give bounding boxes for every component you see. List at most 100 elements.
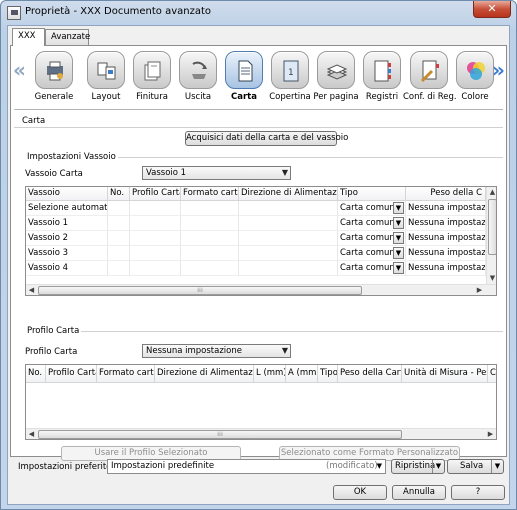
column-header[interactable]: A (mm) xyxy=(286,365,318,383)
chevron-down-icon[interactable]: ▼ xyxy=(393,232,404,244)
type-value: Carta comune xyxy=(340,203,401,213)
nav-label: Registri xyxy=(365,92,399,102)
cancel-button[interactable]: Annulla xyxy=(392,485,446,500)
direction-cell xyxy=(239,231,338,246)
nav-item-carta[interactable]: Carta xyxy=(218,51,270,102)
tray-cell: Vassoio 2 xyxy=(26,231,108,246)
save-button[interactable]: Salva ▼ xyxy=(447,459,504,474)
chevron-down-icon[interactable]: ▼ xyxy=(491,460,503,473)
column-header[interactable]: Profilo Carta xyxy=(130,187,181,201)
column-header[interactable]: L (mm) xyxy=(254,365,286,383)
profile-table-hscroll[interactable]: ◀ ⁞⁞⁞ ▶ xyxy=(26,428,496,439)
column-header[interactable]: Formato carta xyxy=(181,187,239,201)
column-header[interactable]: Direzione di Alimentazione xyxy=(155,365,254,383)
type-cell[interactable]: Carta comune ▼ xyxy=(338,261,406,276)
chevron-down-icon[interactable]: ▼ xyxy=(393,217,404,229)
nav-item-per-pagina[interactable]: Per pagina xyxy=(310,51,362,102)
scroll-left-icon[interactable]: ◀ xyxy=(26,429,37,439)
scroll-up-icon[interactable]: ▲ xyxy=(487,187,496,198)
chevron-down-icon[interactable]: ▼ xyxy=(393,262,404,274)
tray-cell: Selezione automatica xyxy=(26,201,108,216)
scroll-thumb[interactable]: ⁞⁞⁞ xyxy=(38,286,362,295)
nav-item-finitura[interactable]: Finitura xyxy=(126,51,178,102)
weight-cell: Nessuna impostazione xyxy=(406,246,486,261)
column-header[interactable]: Tipo xyxy=(318,365,338,383)
direction-cell xyxy=(239,261,338,276)
column-header[interactable]: Peso della C xyxy=(406,187,486,201)
chevron-down-icon[interactable]: ▼ xyxy=(432,460,444,473)
color-circles-icon xyxy=(456,51,494,89)
type-cell[interactable]: Carta comune ▼ xyxy=(338,216,406,231)
printer-gear-icon xyxy=(35,51,73,89)
tab-avanzate[interactable]: Avanzate xyxy=(45,29,90,45)
tray-table: Vassoio No. Profilo Carta Formato carta … xyxy=(25,186,497,296)
column-header[interactable]: Tipo xyxy=(338,187,406,201)
scroll-right-icon[interactable]: ▶ xyxy=(474,285,485,295)
chevron-down-icon[interactable]: ▼ xyxy=(393,202,404,214)
column-header[interactable]: No. xyxy=(108,187,130,201)
nav-item-copertina[interactable]: 1 Copertina xyxy=(264,51,316,102)
preferences-label: Impostazioni preferite xyxy=(18,462,112,472)
nav-item-layout[interactable]: Layout xyxy=(80,51,132,102)
column-header[interactable]: No. xyxy=(26,365,46,383)
profile-cell xyxy=(130,231,181,246)
scroll-right-icon[interactable]: » xyxy=(492,58,505,82)
chevron-down-icon[interactable]: ▼ xyxy=(393,247,404,259)
type-cell[interactable]: Carta comune ▼ xyxy=(338,246,406,261)
tray-select[interactable]: Vassoio 1 ▼ xyxy=(142,166,291,180)
column-header[interactable]: Formato carta xyxy=(97,365,155,383)
weight-cell: Nessuna impostazione xyxy=(406,216,486,231)
preferences-select[interactable]: Impostazioni predefinite (modificato) ▼ xyxy=(107,459,386,474)
profile-cell xyxy=(130,246,181,261)
nav-item-generale[interactable]: Generale xyxy=(28,51,80,102)
scroll-thumb[interactable] xyxy=(488,199,496,255)
nav-item-registri[interactable]: Registri xyxy=(356,51,408,102)
scroll-thumb[interactable]: ⁞⁞⁞ xyxy=(38,430,402,439)
close-button[interactable]: ✕ xyxy=(473,1,511,18)
per-page-stack-icon xyxy=(317,51,355,89)
column-header[interactable]: Vassoio xyxy=(26,187,108,201)
nav-item-uscita[interactable]: Uscita xyxy=(172,51,224,102)
type-cell[interactable]: Carta comune ▼ xyxy=(338,231,406,246)
number-cell xyxy=(108,231,130,246)
restore-button[interactable]: Ripristina ▼ xyxy=(391,459,445,474)
scroll-right-icon[interactable]: ▶ xyxy=(485,429,496,439)
column-header[interactable]: Co xyxy=(488,365,496,383)
scroll-down-icon[interactable]: ▼ xyxy=(487,273,496,284)
format-cell xyxy=(181,261,239,276)
tray-table-hscroll[interactable]: ◀ ⁞⁞⁞ ▶ xyxy=(26,284,496,295)
paper-sheet-icon xyxy=(225,51,263,89)
section-title-tray-settings: Impostazioni Vassoio xyxy=(27,152,118,162)
section-divider xyxy=(72,331,503,332)
svg-text:1: 1 xyxy=(288,68,294,78)
nav-item-conf-di-reg[interactable]: Conf. di Reg. xyxy=(403,51,457,102)
tray-table-vscroll[interactable]: ▲ ▼ xyxy=(486,187,496,284)
function-icon-bar: « Generale Layout Finitura Uscita Carta … xyxy=(11,48,506,106)
scroll-left-icon[interactable]: « xyxy=(13,58,26,82)
tab-xxx[interactable]: XXX xyxy=(12,28,45,46)
format-cell xyxy=(181,216,239,231)
preferences-modified: (modificato) xyxy=(326,461,378,471)
ok-button[interactable]: OK xyxy=(333,485,387,500)
section-title-carta: Carta xyxy=(22,116,48,126)
column-header[interactable]: Unità di Misura - Peso xyxy=(402,365,488,383)
type-cell[interactable]: Carta comune ▼ xyxy=(338,201,406,216)
paper-profile-select[interactable]: Nessuna impostazione ▼ xyxy=(142,344,291,358)
help-button[interactable]: ? xyxy=(451,485,505,500)
column-header[interactable]: Direzione di Alimentazione xyxy=(239,187,338,201)
format-cell xyxy=(181,246,239,261)
weight-cell: Nessuna impostazione xyxy=(406,261,486,276)
scroll-left-icon[interactable]: ◀ xyxy=(26,285,37,295)
weight-cell: Nessuna impostazione xyxy=(406,201,486,216)
restore-label: Ripristina xyxy=(395,461,436,471)
register-settings-icon xyxy=(410,51,448,89)
number-cell xyxy=(108,261,130,276)
profile-cell xyxy=(130,201,181,216)
chevron-down-icon: ▼ xyxy=(376,462,382,470)
finishing-stack-icon xyxy=(133,51,171,89)
tray-table-header: Vassoio No. Profilo Carta Formato carta … xyxy=(26,187,486,201)
column-header[interactable]: Peso della Carta xyxy=(338,365,402,383)
acquire-paper-tray-button[interactable]: Acquisici dati della carta e del vassoio xyxy=(185,131,348,146)
title-bar: Proprietà - XXX Documento avanzato ✕ xyxy=(1,1,516,25)
column-header[interactable]: Profilo Carta xyxy=(46,365,97,383)
